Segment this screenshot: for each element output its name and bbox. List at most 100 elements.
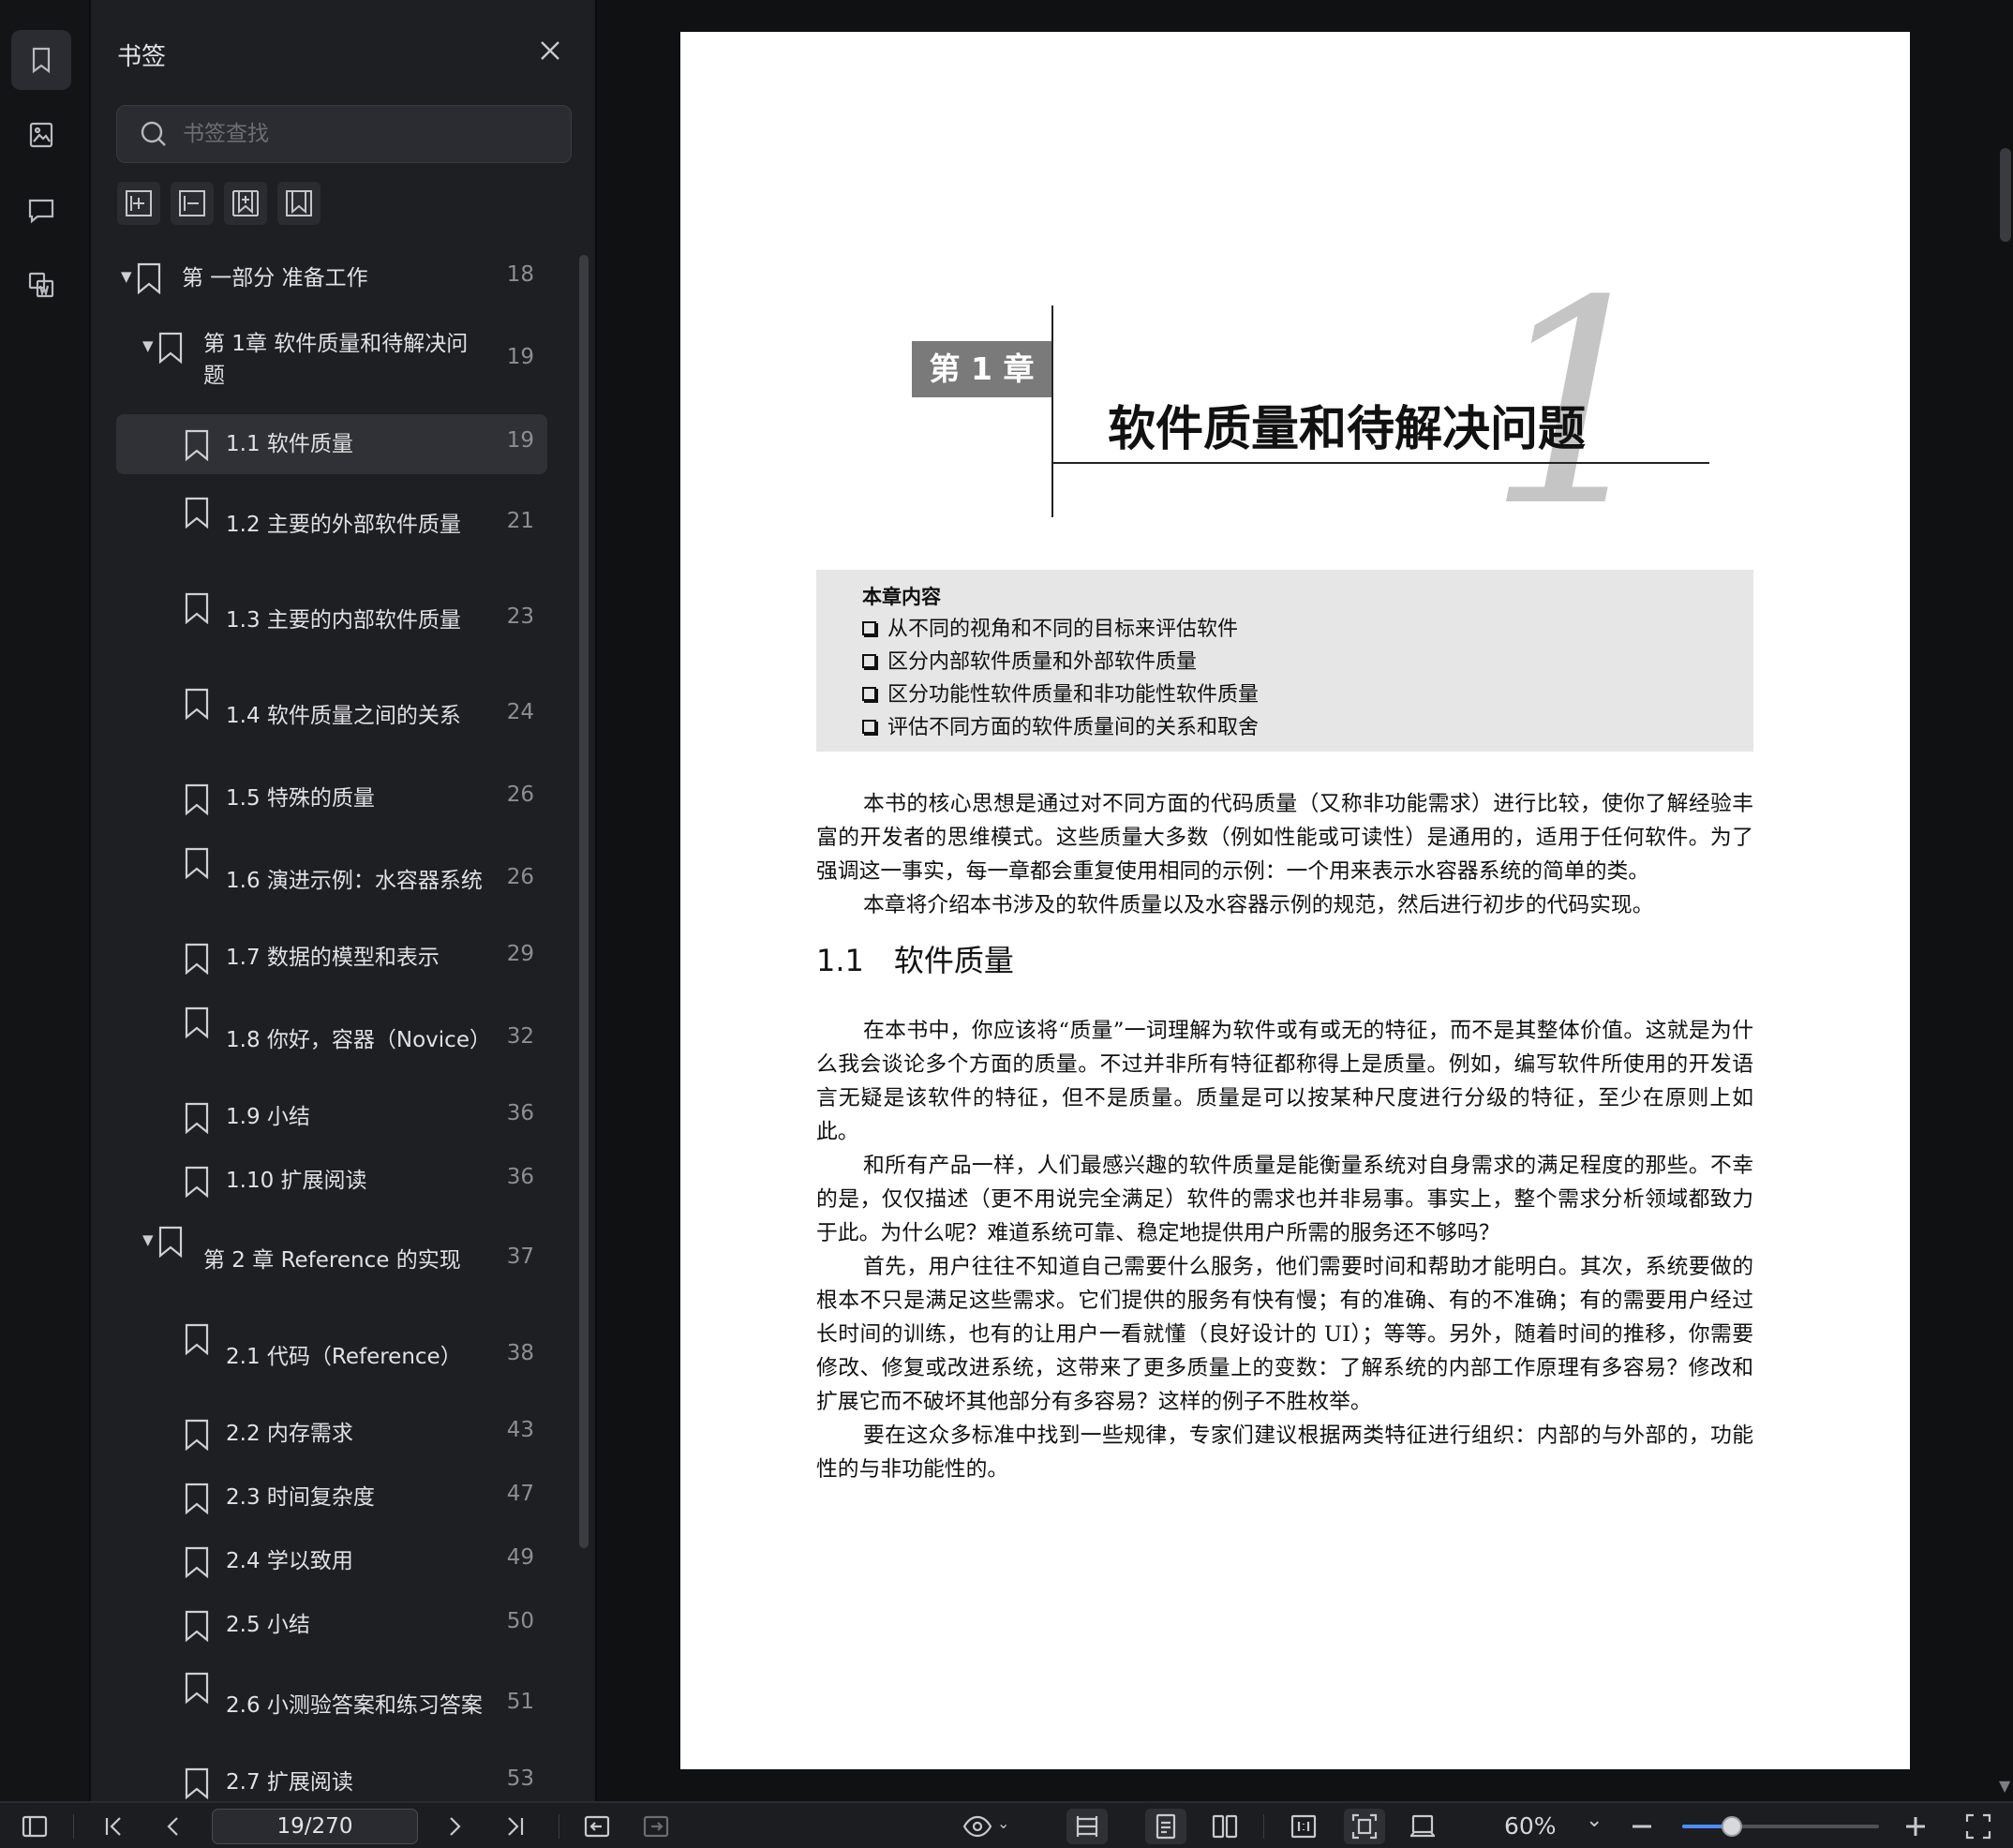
bookmark-item[interactable]: 2.6 小测验答案和练习答案 51 — [116, 1664, 547, 1739]
bookmark-label: 1.4 软件质量之间的关系 — [226, 704, 461, 728]
bookmark-icon — [184, 592, 210, 625]
zoom-level[interactable]: 60% — [1504, 1812, 1557, 1840]
bookmark-scrollbar[interactable] — [579, 255, 589, 1548]
bookmark-label: 2.4 学以致用 — [226, 1549, 353, 1573]
chapter-badge: 第 1 章 — [912, 341, 1051, 397]
back-button[interactable] — [581, 1811, 613, 1842]
bookmark-item[interactable]: ▼ 第 1章 软件质量和待解决问 题 19 — [116, 328, 547, 390]
bookmark-item[interactable]: 2.2 内存需求 43 — [116, 1408, 547, 1460]
body-paragraph: 首先，用户往往不知道自己需要什么服务，他们需要时间和帮助才能明白。其次，系统要做… — [816, 1255, 1753, 1414]
convert-panel-button[interactable] — [11, 255, 71, 315]
remove-bookmark-button[interactable] — [171, 182, 214, 225]
forward-button[interactable] — [640, 1811, 672, 1842]
fit-page-button[interactable] — [1344, 1809, 1385, 1844]
bookmark-icon — [184, 1672, 210, 1705]
bookmark-label: 1.10 扩展阅读 — [226, 1169, 367, 1193]
bookmark-icon — [184, 1006, 210, 1039]
view-mode-button[interactable]: ⌄ — [962, 1811, 1014, 1842]
bookmark-item[interactable]: 1.9 小结 36 — [116, 1091, 547, 1143]
single-page-button[interactable] — [1145, 1809, 1186, 1844]
zoom-slider-handle[interactable] — [1721, 1816, 1742, 1837]
chapter-contents-box: 本章内容 从不同的视角和不同的目标来评估软件 区分内部软件质量和外部软件质量 区… — [816, 570, 1753, 752]
zoom-slider[interactable] — [1682, 1816, 1879, 1837]
bookmark-item[interactable]: 2.4 学以致用 49 — [116, 1535, 547, 1587]
toggle-sidebar-button[interactable] — [19, 1811, 51, 1842]
contents-item: 区分内部软件质量和外部软件质量 — [862, 646, 1753, 678]
next-page-button[interactable] — [439, 1811, 470, 1842]
two-page-button[interactable] — [1209, 1811, 1241, 1842]
collapse-caret-icon[interactable]: ▼ — [142, 1231, 154, 1248]
forward-icon — [643, 1815, 669, 1838]
actual-size-button[interactable] — [1288, 1811, 1320, 1842]
close-panel-button[interactable] — [535, 36, 565, 66]
add-child-bookmark-icon — [232, 190, 259, 216]
add-bookmark-button[interactable] — [117, 182, 160, 225]
fullscreen-icon — [1965, 1813, 1991, 1840]
bookmark-label: 1.6 演进示例：水容器系统 — [226, 869, 483, 893]
bookmark-item[interactable]: 1.8 你好，容器（Novice） 32 — [116, 999, 547, 1074]
collapse-caret-icon[interactable]: ▼ — [121, 268, 132, 285]
fit-width-icon — [1076, 1816, 1098, 1837]
bookmark-icon — [184, 429, 210, 462]
chapter-divider-horizontal — [1051, 462, 1709, 464]
fit-page-icon — [1351, 1813, 1378, 1840]
bookmark-label: 2.6 小测验答案和练习答案 — [226, 1693, 483, 1718]
bookmark-icon — [184, 1546, 210, 1579]
last-page-button[interactable] — [500, 1811, 531, 1842]
document-page: 1 第 1 章 软件质量和待解决问题 本章内容 从不同的视角和不同的目标来评估软… — [680, 32, 1910, 1769]
document-scrollbar[interactable] — [2000, 148, 2011, 242]
bookmark-item[interactable]: 2.3 时间复杂度 47 — [116, 1471, 547, 1524]
bookmark-item[interactable]: 1.2 主要的外部软件质量 21 — [116, 489, 547, 564]
bookmark-item-selected[interactable]: 1.1 软件质量 19 — [116, 414, 547, 474]
scroll-down-arrow-icon[interactable]: ▼ — [1999, 1777, 2010, 1795]
bookmark-page: 49 — [506, 1545, 534, 1570]
last-page-icon — [508, 1817, 524, 1836]
crop-view-button[interactable] — [1407, 1811, 1439, 1842]
bookmark-label: 1.3 主要的内部软件质量 — [226, 608, 461, 633]
bookmark-item[interactable]: 2.1 代码（Reference） 38 — [116, 1316, 547, 1391]
first-page-button[interactable] — [97, 1811, 129, 1842]
contents-item: 区分功能性软件质量和非功能性软件质量 — [862, 678, 1753, 711]
body-paragraph: 本章将介绍本书涉及的软件质量以及水容器示例的规范，然后进行初步的代码实现。 — [863, 893, 1654, 917]
bookmark-item[interactable]: 1.3 主要的内部软件质量 23 — [116, 585, 547, 660]
comment-panel-button[interactable] — [11, 180, 71, 240]
bookmark-item[interactable]: ▼ 第 一部分 准备工作 18 — [116, 255, 547, 302]
bookmark-page: 51 — [506, 1690, 534, 1714]
bookmark-panel-button[interactable] — [11, 30, 71, 90]
thumbnail-panel-button[interactable] — [11, 105, 71, 165]
icon-rail — [0, 0, 91, 1801]
fullscreen-button[interactable] — [1962, 1811, 1994, 1842]
collapse-caret-icon[interactable]: ▼ — [142, 337, 154, 354]
zoom-out-button[interactable] — [1626, 1811, 1658, 1842]
bookmark-label-continuation: 题 — [203, 364, 225, 388]
zoom-in-button[interactable] — [1900, 1811, 1931, 1842]
add-child-bookmark-button[interactable] — [224, 182, 267, 225]
bookmark-page: 32 — [506, 1024, 534, 1049]
chevron-down-icon[interactable]: ⌄ — [1586, 1809, 1603, 1832]
checkbox-bullet-icon — [862, 720, 876, 734]
bookmark-page: 53 — [506, 1766, 534, 1791]
bookmark-item[interactable]: 1.6 演进示例：水容器系统 26 — [116, 840, 547, 915]
bookmark-icon — [136, 262, 162, 295]
bookmark-label: 1.1 软件质量 — [226, 432, 353, 456]
search-input[interactable] — [183, 122, 571, 146]
bookmark-item[interactable]: 1.4 软件质量之间的关系 24 — [116, 680, 547, 755]
bookmark-icon — [184, 943, 210, 976]
bookmark-style-button[interactable] — [277, 182, 321, 225]
fit-width-button[interactable] — [1066, 1809, 1108, 1844]
page-number-input[interactable]: 19/270 — [212, 1809, 418, 1844]
bookmark-item[interactable]: 1.5 特殊的质量 26 — [116, 772, 547, 825]
bookmark-item[interactable]: 2.7 扩展阅读 53 — [116, 1756, 547, 1801]
bookmark-label: 1.9 小结 — [226, 1105, 310, 1129]
bookmark-icon — [184, 1323, 210, 1356]
bookmark-item[interactable]: 1.10 扩展阅读 36 — [116, 1155, 547, 1207]
body-paragraph: 在本书中，你应该将“质量”一词理解为软件或有或无的特征，而不是其整体价值。这就是… — [816, 1019, 1753, 1144]
bookmark-icon — [184, 1419, 210, 1452]
bookmark-item[interactable]: ▼ 第 2 章 Reference 的实现 37 — [116, 1220, 547, 1295]
divider — [73, 1814, 74, 1839]
bookmark-item[interactable]: 1.7 数据的模型和表示 29 — [116, 931, 547, 984]
bookmark-item[interactable]: 2.5 小结 50 — [116, 1599, 547, 1651]
crop-icon — [1410, 1814, 1435, 1838]
bookmark-icon — [184, 688, 210, 721]
previous-page-button[interactable] — [157, 1811, 189, 1842]
